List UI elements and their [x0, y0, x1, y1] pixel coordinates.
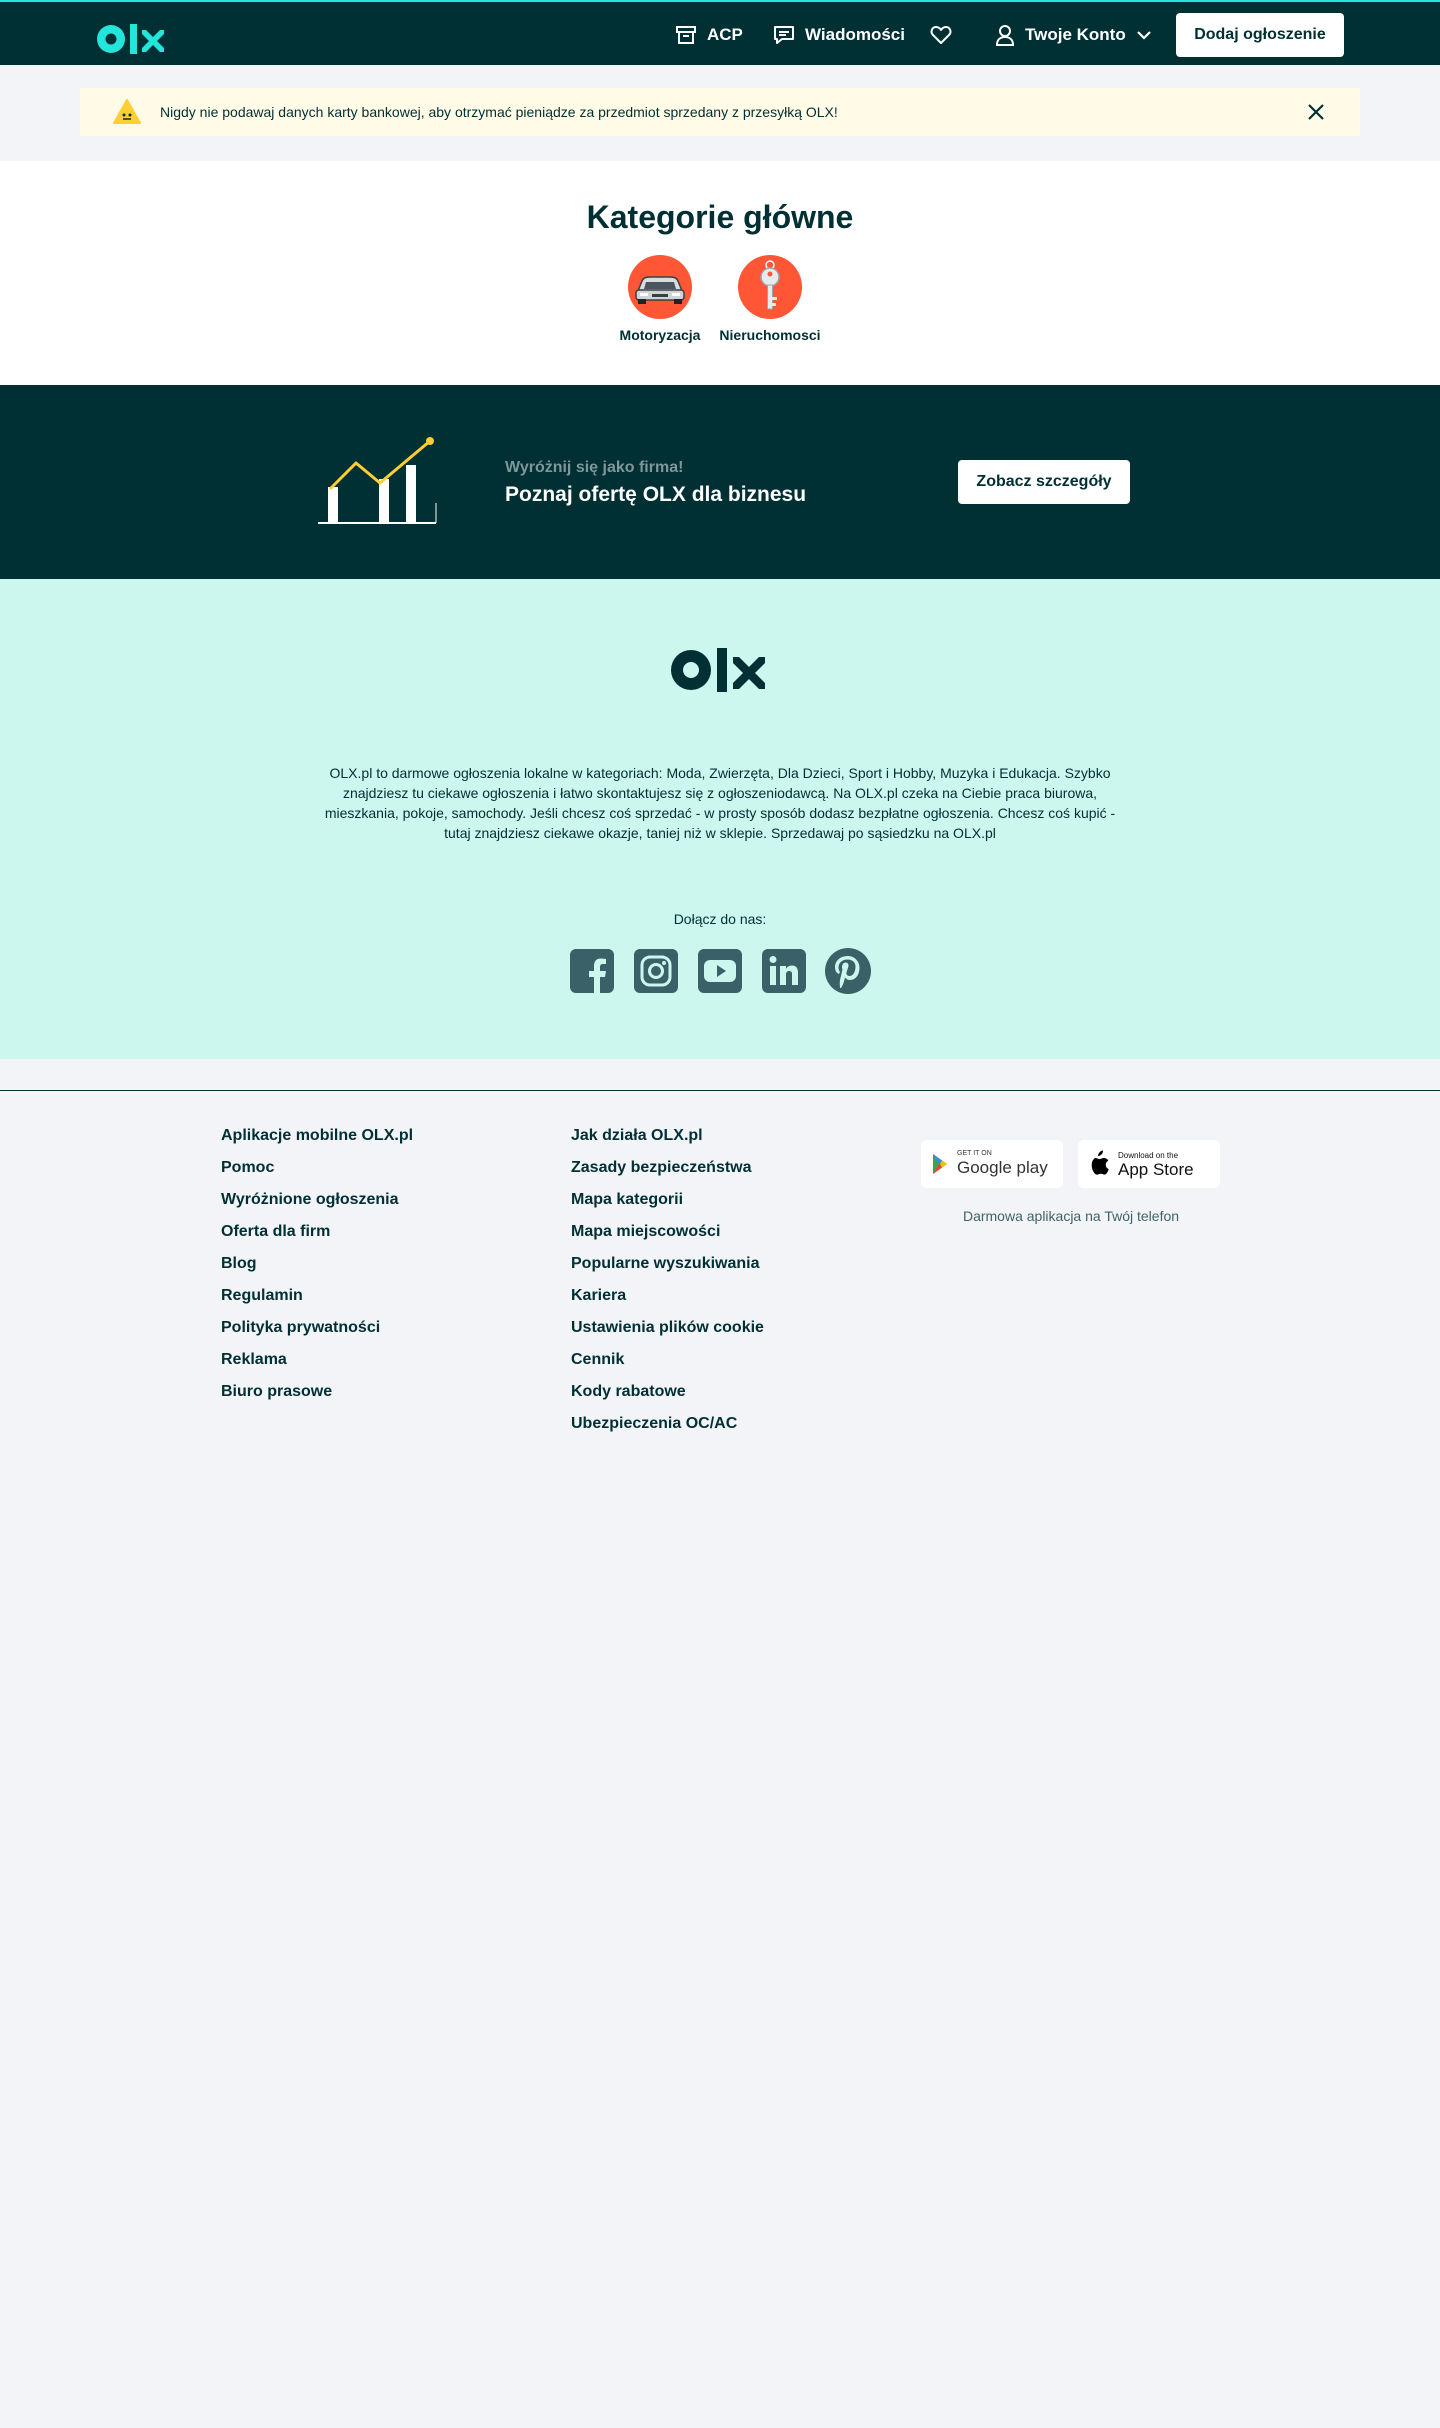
- footer-link[interactable]: Kody rabatowe: [571, 1380, 764, 1412]
- main-categories: Kategorie główne Motoryzacja Nieruchomos…: [0, 161, 1440, 385]
- footer-link[interactable]: Pomoc: [221, 1156, 413, 1188]
- footer-link[interactable]: Regulamin: [221, 1284, 413, 1316]
- footer-link[interactable]: Zasady bezpieczeństwa: [571, 1156, 764, 1188]
- add-listing-button[interactable]: Dodaj ogłoszenie: [1176, 13, 1344, 57]
- footer-link[interactable]: Ubezpieczenia OC/AC: [571, 1412, 764, 1444]
- category-motoryzacja[interactable]: Motoryzacja: [600, 255, 720, 343]
- footer-link[interactable]: Oferta dla firm: [221, 1220, 413, 1252]
- footer-link[interactable]: Polityka prywatności: [221, 1316, 413, 1348]
- join-us-label: Dołącz do nas:: [673, 911, 767, 927]
- chat-icon: [774, 26, 794, 44]
- archive-icon: [676, 26, 696, 44]
- key-icon: [738, 255, 802, 319]
- olx-logo: [671, 648, 765, 692]
- footer-link[interactable]: Popularne wyszukiwania: [571, 1252, 764, 1284]
- google-play-big-text: Google play: [957, 1158, 1048, 1177]
- categories-title: Kategorie główne: [586, 199, 854, 235]
- business-subtitle: Wyróżnij się jako firma!: [505, 459, 684, 476]
- chevron-down-icon: [1136, 31, 1151, 40]
- about-text: OLX.pl to darmowe ogłoszenia lokalne w k…: [324, 765, 1116, 841]
- footer-link[interactable]: Reklama: [221, 1348, 413, 1380]
- nav-messages-label: Wiadomości: [805, 25, 905, 44]
- user-icon: [995, 25, 1015, 46]
- category-nieruchomosci[interactable]: Nieruchomosci: [710, 255, 830, 343]
- instagram-icon[interactable]: [632, 947, 680, 995]
- olx-logo[interactable]: [96, 20, 168, 58]
- footer-links-col1: Aplikacje mobilne OLX.pl Pomoc Wyróżnion…: [221, 1124, 413, 1412]
- nav-acp[interactable]: ACP: [675, 22, 743, 48]
- linkedin-icon[interactable]: [760, 947, 808, 995]
- footer-link[interactable]: Mapa miejscowości: [571, 1220, 764, 1252]
- about-section: OLX.pl to darmowe ogłoszenia lokalne w k…: [0, 579, 1440, 1059]
- app-store-big-text: App Store: [1118, 1160, 1194, 1179]
- nav-acp-label: ACP: [707, 25, 743, 44]
- see-details-button[interactable]: Zobacz szczegóły: [958, 460, 1130, 504]
- footer-link[interactable]: Ustawienia plików cookie: [571, 1316, 764, 1348]
- close-icon[interactable]: [1306, 102, 1326, 122]
- category-label: Motoryzacja: [619, 327, 701, 343]
- pinterest-icon[interactable]: [824, 947, 872, 995]
- safety-notice: Nigdy nie podawaj danych karty bankowej,…: [80, 88, 1360, 136]
- google-play-small-text: GET IT ON: [957, 1150, 992, 1157]
- top-header: ACP Wiadomości Twoje Konto Dodaj ogłosze…: [0, 0, 1440, 65]
- nav-messages[interactable]: Wiadomości: [773, 22, 905, 48]
- footer-links-col2: Jak działa OLX.pl Zasady bezpieczeństwa …: [571, 1124, 764, 1444]
- nav-favorites[interactable]: [930, 22, 952, 48]
- facebook-icon[interactable]: [568, 947, 616, 995]
- footer-link[interactable]: Blog: [221, 1252, 413, 1284]
- nav-account[interactable]: Twoje Konto: [995, 22, 1152, 48]
- footer-link[interactable]: Jak działa OLX.pl: [571, 1124, 764, 1156]
- footer-link[interactable]: Wyróżnione ogłoszenia: [221, 1188, 413, 1220]
- heart-icon: [930, 26, 952, 44]
- business-banner: Wyróżnij się jako firma! Poznaj ofertę O…: [0, 385, 1440, 579]
- store-tagline: Darmowa aplikacja na Twój telefon: [962, 1208, 1180, 1224]
- app-store-small-text: Download on the: [1118, 1151, 1179, 1160]
- app-store-badge[interactable]: Download on the App Store: [1078, 1140, 1220, 1188]
- footer-link[interactable]: Kariera: [571, 1284, 764, 1316]
- growth-chart-illustration: [318, 437, 437, 524]
- footer-link[interactable]: Biuro prasowe: [221, 1380, 413, 1412]
- google-play-badge[interactable]: GET IT ON Google play: [921, 1140, 1063, 1188]
- nav-account-label: Twoje Konto: [1025, 25, 1126, 44]
- footer-link[interactable]: Mapa kategorii: [571, 1188, 764, 1220]
- footer-link[interactable]: Aplikacje mobilne OLX.pl: [221, 1124, 413, 1156]
- youtube-icon[interactable]: [696, 947, 744, 995]
- business-title: Poznaj ofertę OLX dla biznesu: [505, 483, 807, 506]
- category-label: Nieruchomosci: [719, 327, 821, 343]
- footer-divider: [0, 1090, 1440, 1091]
- warning-icon: [113, 99, 141, 124]
- notice-text: Nigdy nie podawaj danych karty bankowej,…: [160, 104, 838, 120]
- car-icon: [628, 255, 692, 319]
- footer-link[interactable]: Cennik: [571, 1348, 764, 1380]
